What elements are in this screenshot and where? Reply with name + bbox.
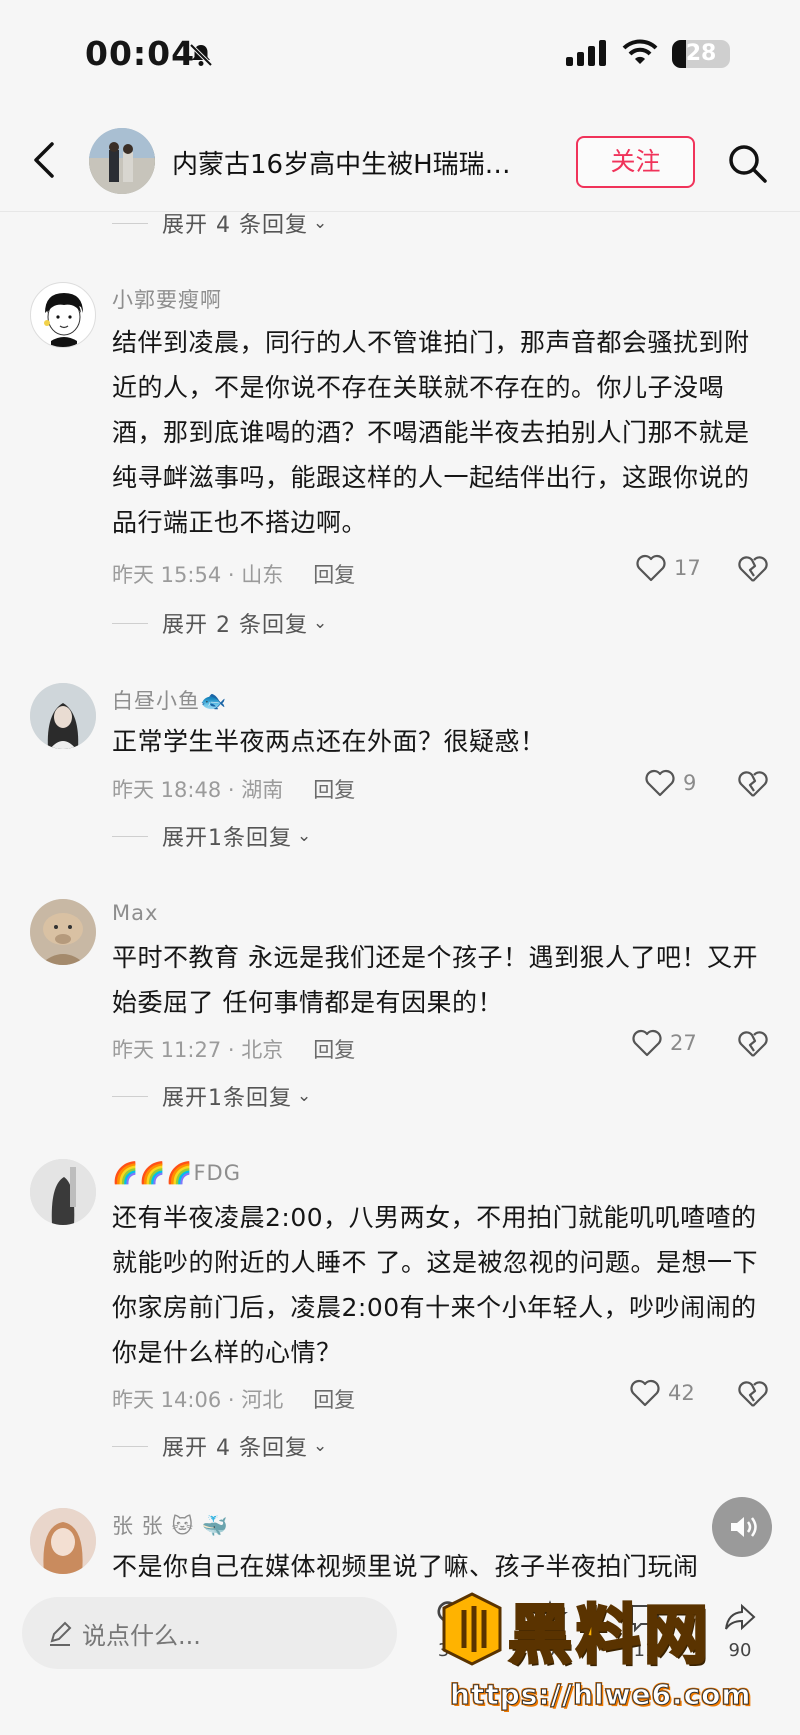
- avatar[interactable]: [30, 1508, 96, 1574]
- bell-muted-icon: [189, 43, 213, 67]
- chevron-down-icon: ⌄: [312, 213, 328, 233]
- comment-item: 白昼小鱼🐟 正常学生半夜两点还在外面？很疑惑！ 昨天 18:48 · 湖南 回复 …: [0, 683, 800, 853]
- avatar[interactable]: [30, 1159, 96, 1225]
- comment-text: 正常学生半夜两点还在外面？很疑惑！: [112, 727, 546, 756]
- pen-icon: [50, 1621, 72, 1646]
- comment-text: 平时不教育 永远是我们还是个孩子！遇到狠人了吧！又开始委屈了 任何事情都是有因果…: [112, 943, 758, 1017]
- comment-meta: 昨天 11:27 · 北京 回复: [112, 1034, 355, 1064]
- comment-item: 🌈🌈🌈FDG 还有半夜凌晨2:00，八男两女，不用拍门就能叽叽喳喳的就能吵的附近…: [0, 1159, 800, 1461]
- sound-button[interactable]: [712, 1497, 772, 1557]
- expand-replies-label: 展开1条回复: [162, 1086, 292, 1111]
- video-title[interactable]: 内蒙古16岁高中生被H瑞瑞妈…: [172, 144, 532, 181]
- battery-indicator: 28: [672, 40, 730, 68]
- chevron-down-icon: ⌄: [297, 1086, 312, 1106]
- battery-percent: 28: [685, 41, 717, 66]
- video-header: 内蒙古16岁高中生被H瑞瑞妈… 关注: [0, 110, 800, 212]
- dislike-icon[interactable]: [738, 769, 768, 799]
- comment-author[interactable]: 小郭要瘦啊: [112, 284, 222, 314]
- comment-time-location: 昨天 11:27 · 北京: [112, 1038, 284, 1062]
- comment-item: 小郭要瘦啊 结伴到凌晨，同行的人不管谁拍门，那声音都会骚扰到附近的人，不是你说不…: [0, 282, 800, 652]
- heart-icon: [645, 769, 675, 797]
- comment-author[interactable]: Max: [112, 901, 158, 925]
- watermark-url: https://hlwe6.com: [450, 1678, 752, 1712]
- like-button[interactable]: 27: [632, 1029, 697, 1057]
- avatar[interactable]: [30, 899, 96, 965]
- dislike-icon[interactable]: [738, 1379, 768, 1409]
- expand-replies-label: 展开 4 条回复: [162, 213, 308, 238]
- comment-time-location: 昨天 18:48 · 湖南: [112, 778, 284, 802]
- like-count: 27: [670, 1031, 697, 1055]
- comment-time-location: 昨天 15:54 · 山东: [112, 563, 284, 587]
- watermark-logo-icon: [442, 1592, 502, 1666]
- comment-author[interactable]: 张 张 🐱 🐳: [112, 1510, 229, 1540]
- comment-text: 不是你自己在媒体视频里说了嘛、孩子半夜拍门玩闹: [112, 1552, 699, 1580]
- video-thumbnail-avatar[interactable]: [89, 128, 155, 194]
- avatar[interactable]: [30, 683, 96, 749]
- like-button[interactable]: 9: [645, 769, 696, 797]
- expand-replies[interactable]: 展开 2 条回复 ⌄: [112, 603, 327, 643]
- comment-text: 还有半夜凌晨2:00，八男两女，不用拍门就能叽叽喳喳的就能吵的附近的人睡不 了。…: [112, 1203, 758, 1367]
- reply-button[interactable]: 回复: [313, 563, 355, 587]
- expand-replies-label: 展开 4 条回复: [162, 1436, 308, 1461]
- expand-replies[interactable]: 展开1条回复 ⌄: [112, 1076, 311, 1116]
- comment-author[interactable]: 白昼小鱼🐟: [112, 685, 227, 715]
- status-time: 00:04: [85, 34, 196, 73]
- wifi-icon: [622, 39, 658, 64]
- sound-icon: [731, 1517, 757, 1537]
- comment-item: Max 平时不教育 永远是我们还是个孩子！遇到狠人了吧！又开始委屈了 任何事情都…: [0, 899, 800, 1114]
- watermark: 黑料网 https://hlwe6.com: [440, 1586, 790, 1726]
- comment-author[interactable]: 🌈🌈🌈FDG: [112, 1161, 241, 1186]
- reply-button[interactable]: 回复: [313, 778, 355, 802]
- comment-item: 张 张 🐱 🐳 不是你自己在媒体视频里说了嘛、孩子半夜拍门玩闹: [0, 1508, 800, 1580]
- like-button[interactable]: 17: [636, 554, 701, 582]
- reply-button[interactable]: 回复: [313, 1388, 355, 1412]
- comment-input[interactable]: 说点什么...: [22, 1597, 397, 1669]
- chevron-down-icon: ⌄: [312, 1436, 328, 1456]
- signal-icon: [566, 40, 606, 66]
- expand-replies-label: 展开 2 条回复: [162, 613, 308, 638]
- dislike-icon[interactable]: [738, 1029, 768, 1059]
- comment-meta: 昨天 14:06 · 河北 回复: [112, 1384, 355, 1414]
- expand-replies[interactable]: 展开 4 条回复 ⌄: [112, 1426, 327, 1466]
- like-count: 9: [683, 771, 697, 795]
- dislike-icon[interactable]: [738, 554, 768, 584]
- comment-text: 结伴到凌晨，同行的人不管谁拍门，那声音都会骚扰到附近的人，不是你说不存在关联就不…: [112, 328, 750, 537]
- heart-icon: [636, 554, 666, 582]
- comment-time-location: 昨天 14:06 · 河北: [112, 1388, 284, 1412]
- heart-icon: [630, 1379, 660, 1407]
- heart-icon: [632, 1029, 662, 1057]
- like-count: 42: [668, 1381, 695, 1405]
- avatar[interactable]: [30, 282, 96, 348]
- status-bar: 00:04 28: [0, 0, 800, 110]
- expand-replies[interactable]: 展开1条回复 ⌄: [112, 816, 311, 856]
- comment-input-placeholder: 说点什么...: [82, 1622, 201, 1650]
- like-button[interactable]: 42: [630, 1379, 695, 1407]
- chevron-down-icon: ⌄: [297, 826, 312, 846]
- follow-button[interactable]: 关注: [576, 136, 695, 188]
- chevron-down-icon: ⌄: [312, 613, 328, 633]
- back-icon[interactable]: [28, 140, 64, 180]
- expand-replies-label: 展开1条回复: [162, 826, 292, 851]
- search-icon[interactable]: [726, 142, 768, 184]
- expand-replies[interactable]: 展开 4 条回复 ⌄: [112, 203, 327, 243]
- like-count: 17: [674, 556, 701, 580]
- reply-button[interactable]: 回复: [313, 1038, 355, 1062]
- comment-meta: 昨天 15:54 · 山东 回复: [112, 559, 355, 589]
- comment-meta: 昨天 18:48 · 湖南 回复: [112, 774, 355, 804]
- watermark-logo-text: 黑料网: [507, 1598, 712, 1675]
